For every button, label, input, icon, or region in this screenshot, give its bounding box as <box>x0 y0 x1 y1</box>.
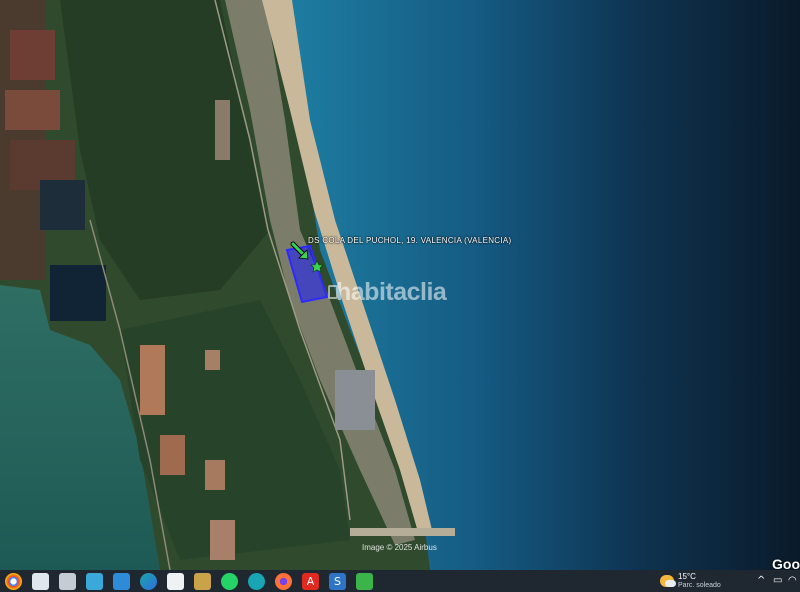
edge-icon[interactable] <box>140 572 157 590</box>
weather-condition: Parc. soleado <box>678 582 721 589</box>
weather-temp: 15°C <box>678 572 696 581</box>
partly-sunny-icon <box>660 575 676 587</box>
wifi-icon[interactable]: ◠ <box>788 575 797 586</box>
weather-widget[interactable]: 15°C Parc. soleado <box>660 572 721 590</box>
monitor-icon[interactable]: ▭ <box>773 575 782 586</box>
acrobat-icon[interactable]: A <box>302 572 319 590</box>
archive-icon[interactable] <box>194 572 211 590</box>
taskbar: A S 15°C Parc. soleado ^ ▭ ◠ <box>0 570 800 592</box>
document-icon[interactable] <box>167 572 184 590</box>
firefox-icon[interactable] <box>275 572 292 590</box>
window-icon[interactable] <box>59 572 76 590</box>
network-icon[interactable] <box>86 572 103 590</box>
app-green-icon[interactable] <box>356 572 373 590</box>
watermark-text: habitaclia <box>336 278 447 306</box>
browser-icon[interactable] <box>248 572 265 590</box>
photos-icon[interactable] <box>113 572 130 590</box>
chevron-up-icon[interactable]: ^ <box>757 575 765 586</box>
chrome-icon[interactable] <box>5 572 22 590</box>
provider-logo: Goo <box>772 556 800 570</box>
file-manager-icon[interactable] <box>32 572 49 590</box>
parcel-address-label[interactable]: DS COLA DEL PUCHOL, 19. VALENCIA (VALENC… <box>308 236 511 245</box>
whatsapp-icon[interactable] <box>221 572 238 590</box>
app-s-icon[interactable]: S <box>329 572 346 590</box>
imagery-credit: Image © 2025 Airbus <box>362 543 437 552</box>
satellite-map[interactable]: DS COLA DEL PUCHOL, 19. VALENCIA (VALENC… <box>0 0 800 570</box>
